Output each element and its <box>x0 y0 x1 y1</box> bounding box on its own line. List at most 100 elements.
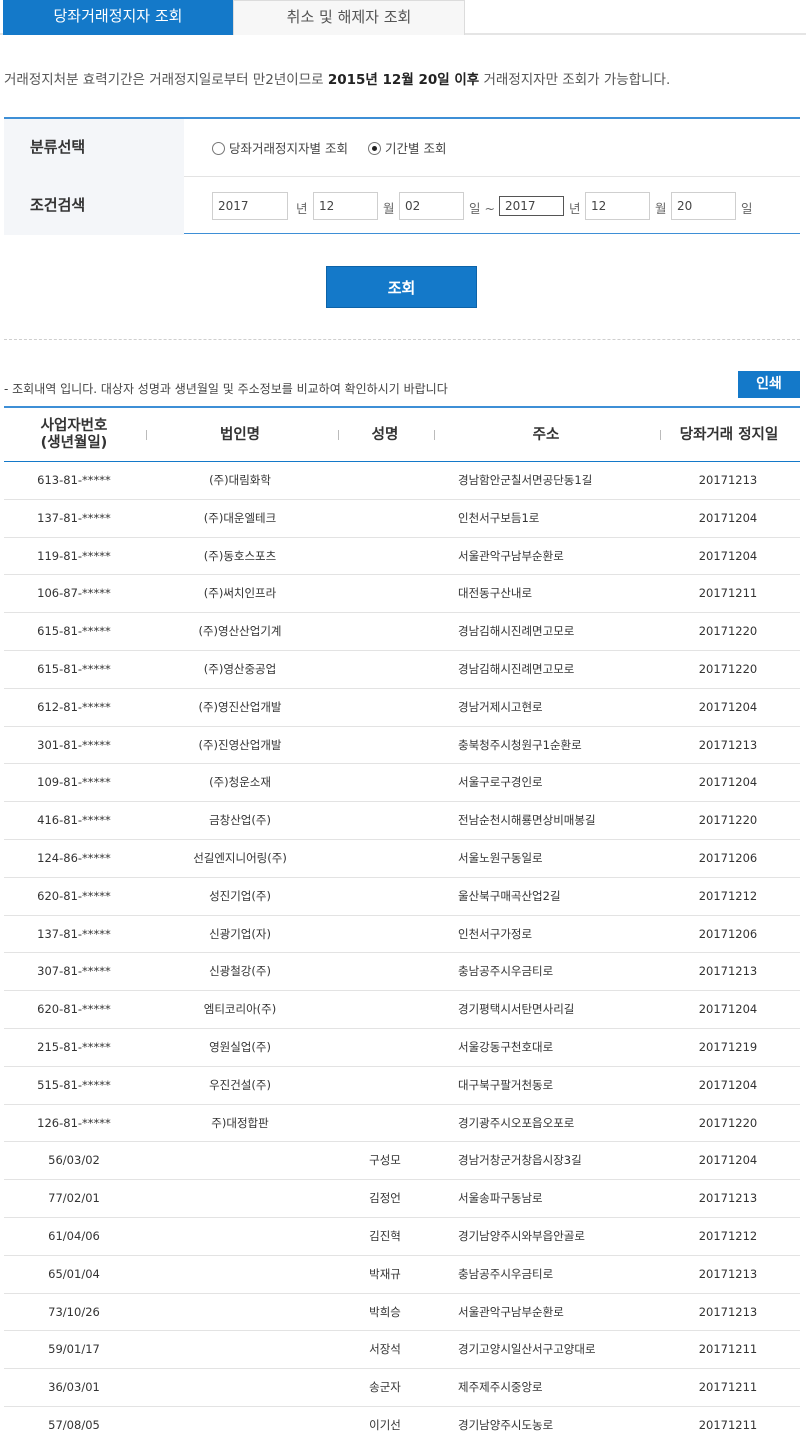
cell-address: 서울강동구천호대로 <box>458 1039 554 1054</box>
table-row: 620-81-***** 엠티코리아(주) 경기평택시서탄면사리길 20171204 <box>4 991 800 1029</box>
to-day-unit: 일 <box>741 201 753 216</box>
cell-business-number: 56/03/02 <box>48 1153 100 1168</box>
cell-business-number: 77/02/01 <box>48 1191 100 1206</box>
cell-address: 울산북구매곡산업2길 <box>458 888 561 903</box>
table-body: 613-81-***** (주)대림화학 경남함안군칠서면공단동1길 20171213… <box>4 462 800 1439</box>
cell-corporation: (주)청운소재 <box>209 775 271 790</box>
notice-post: 거래정지자만 조회가 가능합니다. <box>479 72 671 88</box>
cell-corporation: (주)영산산업기계 <box>198 624 282 639</box>
cell-address: 대전동구산내로 <box>458 586 533 601</box>
radio-by-person-label[interactable]: 당좌거래정지자별 조회 <box>229 141 348 156</box>
from-month-unit: 월 <box>383 201 395 216</box>
cell-business-number: 119-81-***** <box>37 548 111 563</box>
category-radio-group: 당좌거래정지자별 조회 기간별 조회 <box>212 138 462 157</box>
cell-suspension-date: 20171220 <box>698 1115 758 1130</box>
print-button[interactable]: 인쇄 <box>738 371 800 398</box>
cell-suspension-date: 20171204 <box>698 548 758 563</box>
table-row: 620-81-***** 성진기업(주) 울산북구매곡산업2길 20171212 <box>4 878 800 916</box>
cell-name <box>336 764 434 801</box>
table-row: 215-81-***** 영원실업(주) 서울강동구천호대로 20171219 <box>4 1029 800 1067</box>
cell-corporation: 성진기업(주) <box>209 888 271 903</box>
cell-suspension-date: 20171213 <box>698 737 758 752</box>
cell-corporation <box>144 1180 336 1217</box>
cell-address: 서울구로구경인로 <box>458 775 543 790</box>
divider <box>4 339 800 340</box>
header-corporation: 법인명 <box>219 426 261 443</box>
tab-suspended-search[interactable]: 당좌거래정지자 조회 <box>3 0 233 35</box>
cell-business-number: 59/01/17 <box>48 1342 100 1357</box>
cell-address: 대구북구팔거천동로 <box>458 1077 554 1092</box>
table-row: 126-81-***** 주)대정합판 경기광주시오포읍오포로 20171220 <box>4 1105 800 1143</box>
cell-business-number: 615-81-***** <box>37 624 111 639</box>
cell-business-number: 36/03/01 <box>48 1380 100 1395</box>
search-button[interactable]: 조회 <box>326 266 477 308</box>
tab-bar: 당좌거래정지자 조회 취소 및 해제자 조회 <box>0 0 806 35</box>
cell-business-number: 215-81-***** <box>37 1039 111 1054</box>
cell-name: 김진혁 <box>369 1228 401 1243</box>
radio-by-period-label[interactable]: 기간별 조회 <box>385 141 446 156</box>
cell-suspension-date: 20171213 <box>698 964 758 979</box>
cell-corporation <box>144 1331 336 1368</box>
cell-name <box>336 689 434 726</box>
result-note: - 조회내역 입니다. 대상자 성명과 생년월일 및 주소정보를 비교하여 확인… <box>4 382 448 396</box>
cell-suspension-date: 20171213 <box>698 1304 758 1319</box>
cell-business-number: 126-81-***** <box>37 1115 111 1130</box>
cell-corporation: 선길엔지니어링(주) <box>193 850 287 865</box>
to-month-unit: 월 <box>655 201 667 216</box>
table-row: 615-81-***** (주)영산산업기계 경남김해시진례면고모로 20171220 <box>4 613 800 651</box>
cell-name: 구성모 <box>369 1153 401 1168</box>
cell-suspension-date: 20171204 <box>698 510 758 525</box>
cell-name: 송군자 <box>369 1380 401 1395</box>
from-year-input[interactable]: 2017 <box>212 192 288 220</box>
table-row: 137-81-***** (주)대운엘테크 인천서구보듬1로 20171204 <box>4 500 800 538</box>
cell-name: 박재규 <box>369 1266 401 1281</box>
cell-suspension-date: 20171213 <box>698 1266 758 1281</box>
cell-address: 경남김해시진례면고모로 <box>458 661 575 676</box>
to-day-input[interactable]: 20 <box>671 192 736 220</box>
radio-by-person[interactable] <box>212 142 225 155</box>
radio-by-period[interactable] <box>367 142 381 155</box>
table-row: 119-81-***** (주)동호스포츠 서울관악구남부순환로 20171204 <box>4 538 800 576</box>
cell-suspension-date: 20171204 <box>698 1002 758 1017</box>
cell-corporation: 주)대정합판 <box>211 1115 269 1130</box>
table-row: 124-86-***** 선길엔지니어링(주) 서울노원구동일로 20171206 <box>4 840 800 878</box>
cell-address: 서울송파구동남로 <box>458 1191 543 1206</box>
cell-business-number: 137-81-***** <box>37 510 111 525</box>
cell-corporation: (주)대림화학 <box>209 473 271 487</box>
cell-business-number: 73/10/26 <box>48 1304 100 1319</box>
to-year-input[interactable]: 2017 <box>499 196 564 216</box>
cell-corporation: 엠티코리아(주) <box>203 1002 277 1017</box>
cell-name <box>336 1067 434 1104</box>
header-suspension-date: 당좌거래 정지일 <box>679 426 779 443</box>
cell-corporation: (주)진영산업개발 <box>198 737 282 752</box>
cell-business-number: 57/08/05 <box>48 1417 100 1432</box>
cell-corporation: (주)영진산업개발 <box>198 699 282 714</box>
cell-name <box>336 1105 434 1142</box>
category-row: 분류선택 당좌거래정지자별 조회 기간별 조회 <box>4 119 800 177</box>
notice-bold: 2015년 12월 20일 이후 <box>327 72 480 88</box>
cell-address: 경남거제시고현로 <box>458 699 543 714</box>
cell-address: 서울관악구남부순환로 <box>458 1304 564 1319</box>
cell-name <box>336 500 434 537</box>
cell-business-number: 307-81-***** <box>37 964 111 979</box>
cell-corporation <box>144 1142 336 1179</box>
table-header: 사업자번호 (생년월일) 법인명 성명 주소 당좌거래 정지일 <box>4 408 800 462</box>
cell-address: 경남김해시진례면고모로 <box>458 624 575 639</box>
cell-business-number: 515-81-***** <box>37 1077 111 1092</box>
cell-corporation: (주)대운엘테크 <box>203 510 277 525</box>
cell-business-number: 612-81-***** <box>37 699 111 714</box>
cell-name <box>336 462 434 499</box>
cell-address: 충북청주시청원구1순환로 <box>458 737 582 752</box>
cell-corporation: 우진건설(주) <box>209 1077 271 1092</box>
cell-corporation: 영원실업(주) <box>209 1039 271 1054</box>
from-month-input[interactable]: 12 <box>313 192 378 220</box>
header-business-number: 사업자번호 (생년월일) <box>4 408 144 462</box>
notice-pre: 거래정지처분 효력기간은 거래정지일로부터 만2년이므로 <box>4 72 328 88</box>
to-month-input[interactable]: 12 <box>585 192 650 220</box>
cell-address: 서울관악구남부순환로 <box>458 548 564 563</box>
cell-name <box>336 991 434 1028</box>
result-table: 사업자번호 (생년월일) 법인명 성명 주소 당좌거래 정지일 613-81-**… <box>4 406 800 1439</box>
from-day-input[interactable]: 02 <box>399 192 464 220</box>
cell-suspension-date: 20171220 <box>698 813 758 828</box>
tab-cancelled-search[interactable]: 취소 및 해제자 조회 <box>233 0 465 35</box>
